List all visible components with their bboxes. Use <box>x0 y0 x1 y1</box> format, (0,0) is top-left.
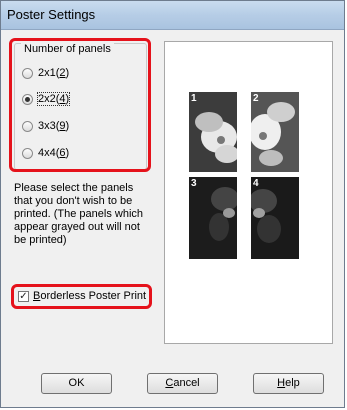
panel-number: 4 <box>253 178 259 189</box>
instruction-text: Please select the panels that you don't … <box>14 182 144 246</box>
title-bar: Poster Settings <box>1 1 344 30</box>
highlight-panels-group <box>9 38 151 172</box>
panel-number: 1 <box>191 93 197 104</box>
dialog-title: Poster Settings <box>7 7 96 22</box>
flower-image-icon <box>251 177 299 259</box>
flower-image-icon <box>251 92 299 172</box>
panel-number: 3 <box>191 178 197 189</box>
ok-button[interactable]: OK <box>41 373 112 394</box>
preview-panel-1[interactable]: 1 <box>189 92 237 172</box>
preview-panel-2[interactable]: 2 <box>251 92 299 172</box>
panel-number: 2 <box>253 93 259 104</box>
cancel-button[interactable]: Cancel <box>147 373 218 394</box>
poster-preview: 1 2 3 4 <box>164 41 333 344</box>
preview-panel-3[interactable]: 3 <box>189 177 237 259</box>
flower-image-icon <box>189 177 237 259</box>
flower-image-icon <box>189 92 237 172</box>
poster-settings-dialog: Poster Settings Number of panels 2x1(2) … <box>0 0 345 408</box>
preview-panel-4[interactable]: 4 <box>251 177 299 259</box>
highlight-borderless <box>11 284 152 309</box>
help-button[interactable]: Help <box>253 373 324 394</box>
